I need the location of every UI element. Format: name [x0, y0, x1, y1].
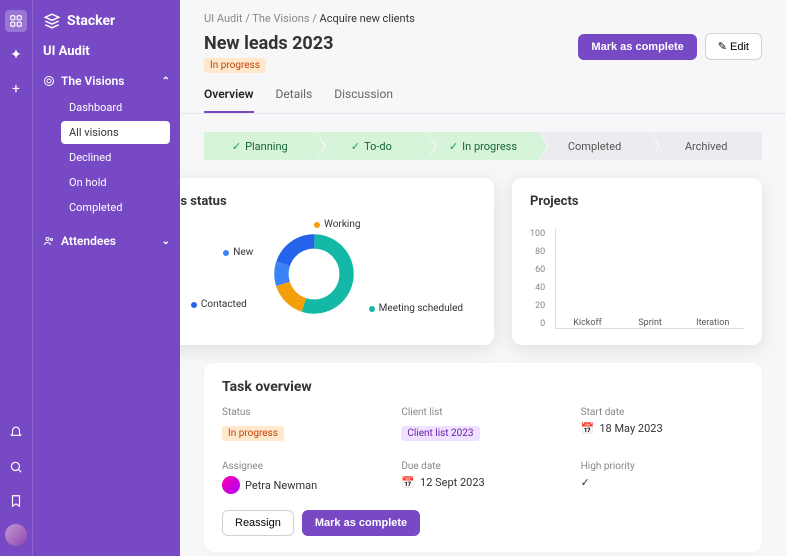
legend-working: Working	[314, 219, 360, 230]
edit-label: Edit	[730, 41, 749, 53]
status-value: In progress	[222, 426, 284, 441]
chevron-down-icon: ⌄	[162, 236, 170, 247]
tabs: Overview Details Discussion	[180, 73, 786, 114]
stage-completed[interactable]: Completed	[539, 132, 651, 160]
sidebar-item-on-hold[interactable]: On hold	[61, 171, 170, 194]
client-list-value[interactable]: Client list 2023	[401, 426, 479, 441]
y-axis: 100 80 60 40 20 0	[530, 229, 545, 329]
nav-group-label: The Visions	[61, 74, 124, 88]
workspace-title: UI Audit	[43, 44, 170, 59]
chevron-up-icon: ⌃	[162, 76, 170, 87]
check-icon: ✓	[351, 140, 360, 153]
main: UI Audit / The Visions / Acquire new cli…	[180, 0, 786, 556]
crumb-2: Acquire new clients	[320, 12, 415, 25]
card-title: Leads status	[180, 194, 476, 209]
brand-name: Stacker	[67, 13, 115, 29]
tab-overview[interactable]: Overview	[204, 87, 254, 113]
nav-group-label: Attendees	[61, 234, 116, 248]
sidebar-item-all-visions[interactable]: All visions	[61, 121, 170, 144]
check-icon: ✓	[449, 140, 458, 153]
assignee-avatar	[222, 476, 240, 494]
pencil-icon: ✎	[718, 41, 727, 53]
sidebar-item-declined[interactable]: Declined	[61, 146, 170, 169]
mark-complete-button[interactable]: Mark as complete	[578, 34, 696, 60]
card-title: Projects	[530, 194, 744, 209]
crumb-0[interactable]: UI Audit	[204, 12, 243, 25]
legend-contacted: Contacted	[191, 299, 247, 310]
donut-svg	[271, 231, 357, 317]
status-badge: In progress	[204, 58, 266, 73]
breadcrumb: UI Audit / The Visions / Acquire new cli…	[180, 0, 786, 25]
task-overview-card: Task overview Status In progress Client …	[204, 363, 762, 552]
add-icon[interactable]: +	[5, 78, 27, 100]
sidebar: Stacker UI Audit The Visions ⌃ Dashboard…	[32, 0, 180, 556]
sparkle-icon[interactable]: ✦	[5, 44, 27, 66]
brand: Stacker	[43, 12, 170, 30]
legend-meeting: Meeting scheduled	[369, 303, 463, 314]
card-title: Task overview	[222, 379, 744, 395]
app-switcher-icon[interactable]	[5, 10, 27, 32]
stage-planning[interactable]: ✓Planning	[204, 132, 316, 160]
legend-new: New	[223, 247, 253, 258]
target-icon	[43, 75, 55, 87]
reassign-button[interactable]: Reassign	[222, 510, 294, 536]
calendar-icon: 📅	[401, 476, 415, 489]
stage-in-progress[interactable]: ✓In progress	[427, 132, 539, 160]
check-icon: ✓	[581, 476, 744, 489]
sidebar-item-dashboard[interactable]: Dashboard	[61, 96, 170, 119]
page-title: New leads 2023	[204, 33, 333, 54]
field-client-list: Client list Client list 2023	[401, 407, 564, 441]
field-start-date: Start date 📅18 May 2023	[581, 407, 744, 441]
search-icon[interactable]	[5, 456, 27, 478]
leads-status-card: Leads status Working New Contacted Meeti…	[180, 178, 494, 345]
calendar-icon: 📅	[581, 422, 595, 435]
check-icon: ✓	[232, 140, 241, 153]
stage-todo[interactable]: ✓To-do	[316, 132, 428, 160]
tab-discussion[interactable]: Discussion	[334, 87, 393, 113]
bookmark-icon[interactable]	[5, 490, 27, 512]
tab-details[interactable]: Details	[276, 87, 313, 113]
sidebar-item-completed[interactable]: Completed	[61, 196, 170, 219]
field-due-date: Due date 📅12 Sept 2023	[401, 461, 564, 494]
bar-chart: 100 80 60 40 20 0 Kickoff Sprint Iterati…	[530, 219, 744, 329]
icon-rail: ✦ +	[0, 0, 32, 556]
nav-group-visions[interactable]: The Visions ⌃	[43, 69, 170, 93]
edit-button[interactable]: ✎ Edit	[705, 33, 762, 60]
donut-chart: Working New Contacted Meeting scheduled	[180, 219, 476, 329]
crumb-1[interactable]: The Visions	[252, 12, 309, 25]
task-complete-button[interactable]: Mark as complete	[302, 510, 420, 536]
bar-kickoff: Kickoff	[556, 314, 619, 328]
people-icon	[43, 235, 55, 247]
bell-icon[interactable]	[5, 422, 27, 444]
field-status: Status In progress	[222, 407, 385, 441]
bar-sprint: Sprint	[619, 314, 682, 328]
stage-archived[interactable]: Archived	[650, 132, 762, 160]
bar-iteration: Iteration	[681, 314, 744, 328]
projects-card: Projects 100 80 60 40 20 0 Kickoff Sprin…	[512, 178, 762, 345]
stage-progress: ✓Planning ✓To-do ✓In progress Completed …	[204, 132, 762, 160]
field-assignee: Assignee Petra Newman	[222, 461, 385, 494]
nav-sub-visions: Dashboard All visions Declined On hold C…	[61, 96, 170, 219]
user-avatar[interactable]	[5, 524, 27, 546]
field-high-priority: High priority ✓	[581, 461, 744, 494]
nav-group-attendees[interactable]: Attendees ⌄	[43, 229, 170, 253]
